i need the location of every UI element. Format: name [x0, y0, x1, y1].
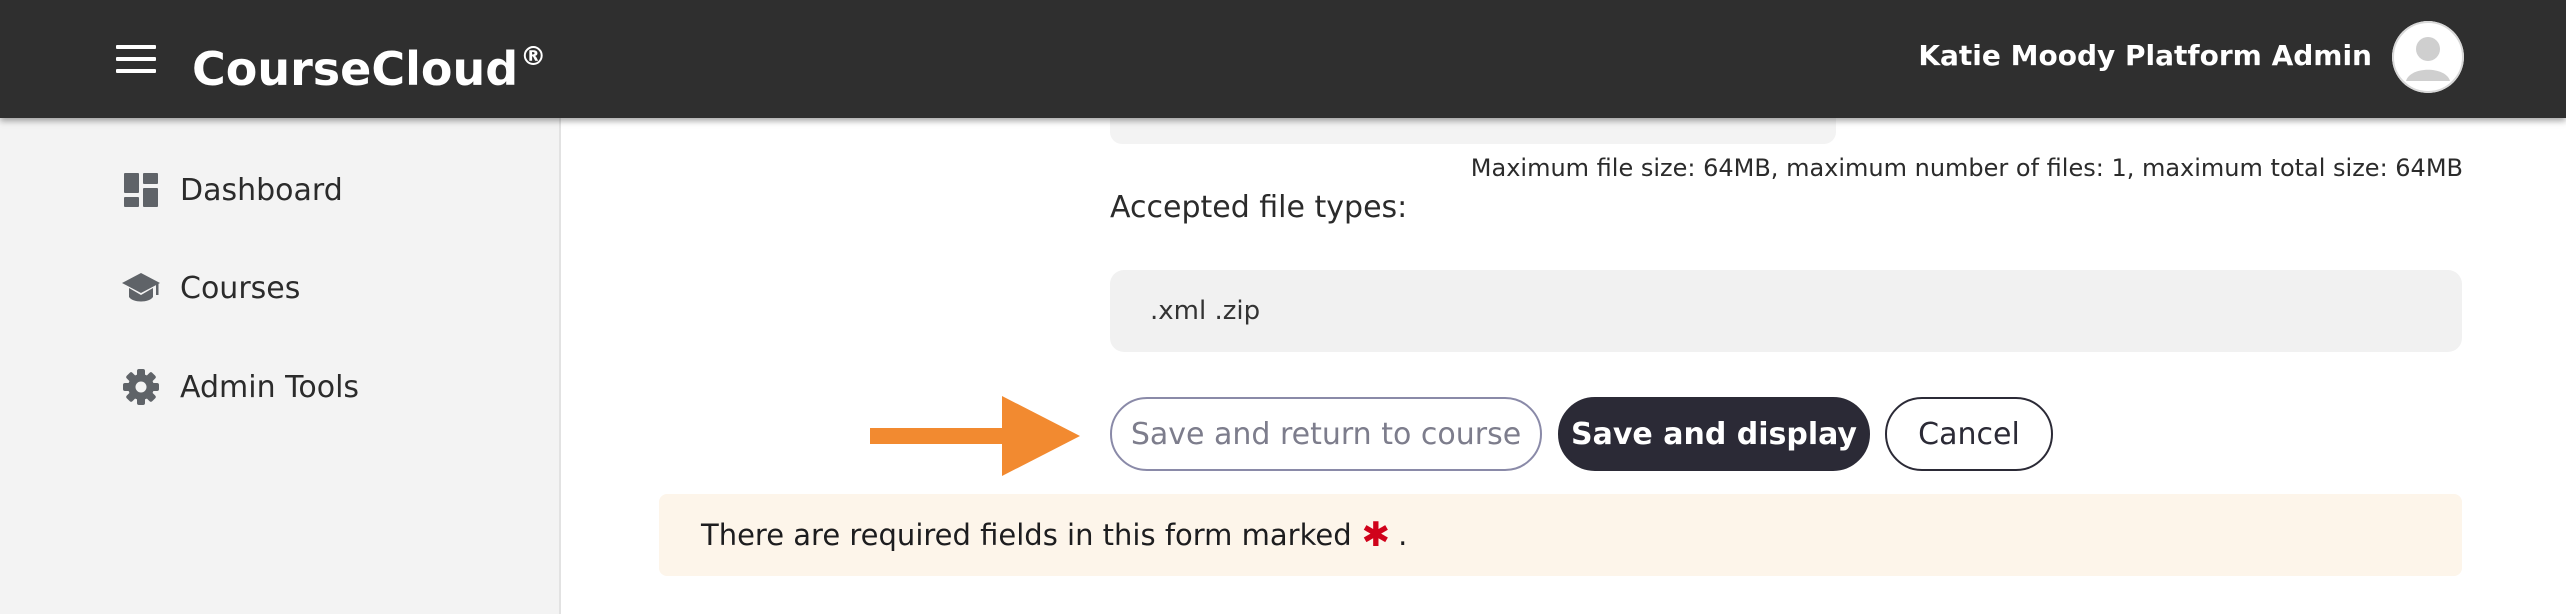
required-asterisk-icon: ✱ [1361, 515, 1391, 555]
sidebar-item-label: Dashboard [180, 172, 343, 208]
sidebar-item-label: Admin Tools [180, 369, 360, 405]
accepted-file-types-label: Accepted file types: [1110, 190, 1408, 225]
cancel-button[interactable]: Cancel [1885, 397, 2053, 471]
sidebar-item-courses[interactable]: Courses [120, 260, 300, 316]
gear-icon [120, 366, 162, 408]
required-fields-notice: There are required fields in this form m… [659, 494, 2462, 576]
accepted-file-types-value: .xml .zip [1150, 296, 1261, 326]
accepted-file-types-box: .xml .zip [1110, 270, 2462, 352]
save-and-display-button[interactable]: Save and display [1558, 397, 1870, 471]
save-and-return-button[interactable]: Save and return to course [1110, 397, 1542, 471]
dashboard-icon [120, 169, 162, 211]
sidebar-item-admin-tools[interactable]: Admin Tools [120, 359, 359, 415]
file-limits-text: Maximum file size: 64MB, maximum number … [1470, 154, 2463, 182]
sidebar: Dashboard Courses Admin Tools [0, 118, 561, 614]
graduation-cap-icon [120, 267, 162, 309]
required-notice-text: There are required fields in this form m… [701, 518, 1352, 552]
user-name[interactable]: Katie Moody Platform Admin [1918, 36, 2372, 76]
registered-mark: ® [520, 42, 547, 72]
brand-logo[interactable]: CourseCloud® [192, 26, 546, 100]
sidebar-item-dashboard[interactable]: Dashboard [120, 162, 343, 218]
user-avatar-icon[interactable] [2392, 21, 2464, 93]
orange-arrow-icon [870, 396, 1080, 476]
sidebar-item-label: Courses [180, 270, 301, 306]
required-notice-end: . [1398, 518, 1408, 552]
top-navbar: CourseCloud® Katie Moody Platform Admin [0, 0, 2566, 118]
hamburger-menu-icon[interactable] [116, 43, 156, 75]
